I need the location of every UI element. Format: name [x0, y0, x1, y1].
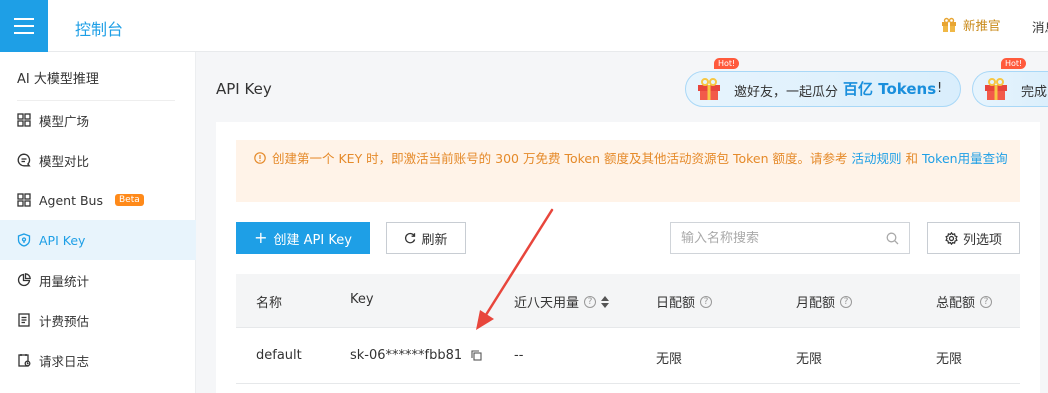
help-icon[interactable]: ?	[700, 295, 713, 308]
invite-banner[interactable]: Hot! 邀好友，一起瓜分 百亿 Tokens !	[685, 58, 961, 107]
plus-icon: +	[254, 228, 268, 247]
refresh-icon	[405, 232, 416, 244]
sidebar: AI 大模型推理 模型广场 模型对比 Agent Bus Beta API Ke…	[0, 52, 196, 393]
help-icon[interactable]: ?	[980, 295, 993, 308]
sidebar-item-label: 模型广场	[39, 113, 90, 129]
hot-badge: Hot!	[714, 58, 740, 69]
sidebar-item-agent-bus[interactable]: Agent Bus Beta	[0, 180, 196, 220]
column-options-label: 列选项	[962, 232, 1002, 248]
table-row: default sk-06******fbb81 -- 无限 无限 无限	[236, 328, 1020, 384]
messages-link[interactable]: 消息	[1032, 17, 1048, 36]
banner-suffix: !	[937, 81, 943, 96]
task-banner[interactable]: Hot! 完成	[972, 58, 1048, 107]
column-header-label: 总配额	[936, 296, 976, 311]
hot-badge: Hot!	[1001, 58, 1027, 69]
activation-notice: 创建第一个 KEY 时，即激活当前账号的 300 万免费 Token 额度及其他…	[236, 140, 1020, 202]
create-api-key-label: 创建 API Key	[273, 232, 352, 248]
search-box	[670, 222, 910, 254]
table-header: 名称 Key 近八天用量 ? 日配额 ? 月配额 ? 总配额 ?	[236, 274, 1020, 328]
info-icon	[254, 152, 266, 164]
log-icon	[18, 354, 31, 367]
create-api-key-button[interactable]: + 创建 API Key	[236, 222, 370, 254]
column-header-usage[interactable]: 近八天用量 ?	[514, 292, 610, 311]
grid-icon	[17, 113, 31, 127]
column-header-total-quota: 总配额 ?	[936, 292, 993, 311]
sort-icon[interactable]	[601, 295, 610, 308]
gift-box-icon	[985, 78, 1007, 100]
promo-link[interactable]: 新推官	[941, 15, 1001, 34]
cell-daily-quota: 无限	[656, 352, 683, 367]
shield-icon	[17, 233, 31, 247]
refresh-label: 刷新	[421, 232, 448, 248]
token-usage-link[interactable]: Token用量查询	[922, 151, 1008, 166]
sidebar-item-label: 计费预估	[39, 313, 90, 329]
column-header-label: 月配额	[796, 296, 836, 311]
gear-icon	[945, 231, 958, 245]
column-header-label: 日配额	[656, 296, 696, 311]
refresh-button[interactable]: 刷新	[386, 222, 466, 254]
top-bar: 控制台 新推官 消息	[0, 0, 1048, 52]
column-header-name: 名称	[256, 296, 283, 311]
banner-highlight: 百亿 Tokens	[843, 80, 937, 98]
document-icon	[18, 313, 30, 327]
api-key-card: 创建第一个 KEY 时，即激活当前账号的 300 万免费 Token 额度及其他…	[216, 122, 1040, 393]
sidebar-item-label: 模型对比	[39, 153, 90, 169]
grid-icon	[17, 193, 31, 207]
promo-label: 新推官	[963, 18, 1001, 33]
search-input[interactable]	[681, 230, 886, 246]
sidebar-item-label: API Key	[39, 232, 86, 248]
column-header-daily-quota: 日配额 ?	[656, 292, 713, 311]
notice-and: 和	[905, 151, 919, 166]
cell-key: sk-06******fbb81	[350, 348, 482, 363]
app-title[interactable]: 控制台	[75, 16, 123, 40]
sidebar-item-billing-estimate[interactable]: 计费预估	[0, 300, 196, 340]
gift-icon	[942, 17, 956, 32]
sidebar-item-usage-stats[interactable]: 用量统计	[0, 260, 196, 300]
column-header-label: 近八天用量	[514, 296, 580, 311]
sidebar-item-model-compare[interactable]: 模型对比	[0, 140, 196, 180]
chat-icon	[17, 153, 31, 167]
banner-text: 邀好友，一起瓜分	[734, 85, 839, 100]
sidebar-item-api-key[interactable]: API Key	[0, 220, 196, 260]
column-options-button[interactable]: 列选项	[927, 222, 1020, 254]
column-header-monthly-quota: 月配额 ?	[796, 292, 853, 311]
gift-box-icon	[698, 78, 720, 100]
sidebar-item-request-logs[interactable]: 请求日志	[0, 340, 196, 380]
help-icon[interactable]: ?	[840, 295, 853, 308]
copy-icon[interactable]	[471, 350, 482, 361]
page-title: API Key	[216, 80, 272, 98]
pie-chart-icon	[17, 273, 31, 287]
hamburger-icon	[14, 18, 34, 34]
api-key-value: sk-06******fbb81	[350, 348, 463, 363]
sidebar-item-label: 请求日志	[39, 353, 90, 369]
search-icon[interactable]	[886, 232, 899, 245]
sidebar-item-model-square[interactable]: 模型广场	[0, 100, 196, 140]
cell-monthly-quota: 无限	[796, 352, 823, 367]
beta-badge: Beta	[114, 194, 144, 206]
cell-name: default	[256, 348, 302, 363]
cell-total-quota: 无限	[936, 352, 963, 367]
activity-rules-link[interactable]: 活动规则	[852, 151, 902, 166]
notice-text: 创建第一个 KEY 时，即激活当前账号的 300 万免费 Token 额度及其他…	[272, 151, 848, 166]
banner-text: 完成	[1021, 85, 1048, 100]
column-header-key: Key	[350, 292, 374, 307]
cell-usage: --	[514, 348, 524, 363]
sidebar-section-title: AI 大模型推理	[17, 72, 99, 87]
help-icon[interactable]: ?	[584, 295, 597, 308]
menu-button[interactable]	[0, 0, 48, 52]
sidebar-item-label: 用量统计	[39, 273, 90, 289]
sidebar-item-label: Agent Bus	[39, 192, 103, 208]
